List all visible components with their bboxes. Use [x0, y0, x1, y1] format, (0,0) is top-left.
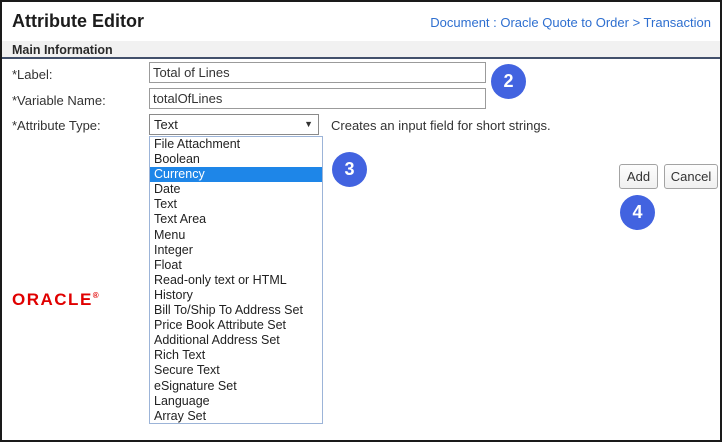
- dropdown-option[interactable]: Boolean: [150, 152, 322, 167]
- dropdown-option[interactable]: Read-only text or HTML: [150, 273, 322, 288]
- dropdown-option[interactable]: Text Area: [150, 212, 322, 227]
- attribute-type-field-label: *Attribute Type:: [12, 118, 101, 133]
- dropdown-option[interactable]: File Attachment: [150, 137, 322, 152]
- attribute-type-select[interactable]: Text ▼: [149, 114, 319, 135]
- dropdown-option[interactable]: Bill To/Ship To Address Set: [150, 303, 322, 318]
- dropdown-option[interactable]: Price Book Attribute Set: [150, 318, 322, 333]
- chevron-down-icon: ▼: [304, 119, 313, 129]
- variable-name-input[interactable]: [149, 88, 486, 109]
- dropdown-option[interactable]: Language: [150, 394, 322, 409]
- breadcrumb-link[interactable]: Document : Oracle Quote to Order > Trans…: [430, 15, 711, 30]
- dropdown-option[interactable]: Text: [150, 197, 322, 212]
- callout-badge-2: 2: [491, 64, 526, 99]
- dropdown-option[interactable]: History: [150, 288, 322, 303]
- dropdown-option[interactable]: Additional Address Set: [150, 333, 322, 348]
- label-input[interactable]: [149, 62, 486, 83]
- dropdown-option[interactable]: Float: [150, 258, 322, 273]
- callout-badge-4: 4: [620, 195, 655, 230]
- page-title: Attribute Editor: [12, 11, 144, 31]
- variable-name-field-label: *Variable Name:: [12, 93, 106, 108]
- dropdown-option[interactable]: Integer: [150, 243, 322, 258]
- callout-badge-3: 3: [332, 152, 367, 187]
- oracle-logo: ORACLE®: [12, 290, 99, 310]
- attribute-type-help-text: Creates an input field for short strings…: [331, 118, 551, 133]
- label-field-label: *Label:: [12, 67, 53, 82]
- dropdown-option[interactable]: Secure Text: [150, 363, 322, 378]
- dropdown-option[interactable]: Array Set: [150, 409, 322, 423]
- section-title: Main Information: [12, 43, 113, 57]
- dropdown-option[interactable]: Currency: [150, 167, 322, 183]
- dropdown-option[interactable]: Rich Text: [150, 348, 322, 363]
- attribute-type-listbox: File Attachment Boolean Currency Date Text Te…: [149, 136, 323, 424]
- dropdown-option[interactable]: Menu: [150, 228, 322, 243]
- registered-mark: ®: [92, 291, 99, 300]
- cancel-button[interactable]: Cancel: [664, 164, 718, 189]
- oracle-logo-text: ORACLE: [12, 290, 93, 309]
- dropdown-option[interactable]: Date: [150, 182, 322, 197]
- attribute-type-selected-value: Text: [154, 117, 178, 132]
- add-button[interactable]: Add: [619, 164, 658, 189]
- attribute-editor-window: Attribute Editor Document : Oracle Quote…: [0, 0, 722, 442]
- section-header-bar: Main Information: [2, 41, 720, 59]
- dropdown-option[interactable]: eSignature Set: [150, 379, 322, 394]
